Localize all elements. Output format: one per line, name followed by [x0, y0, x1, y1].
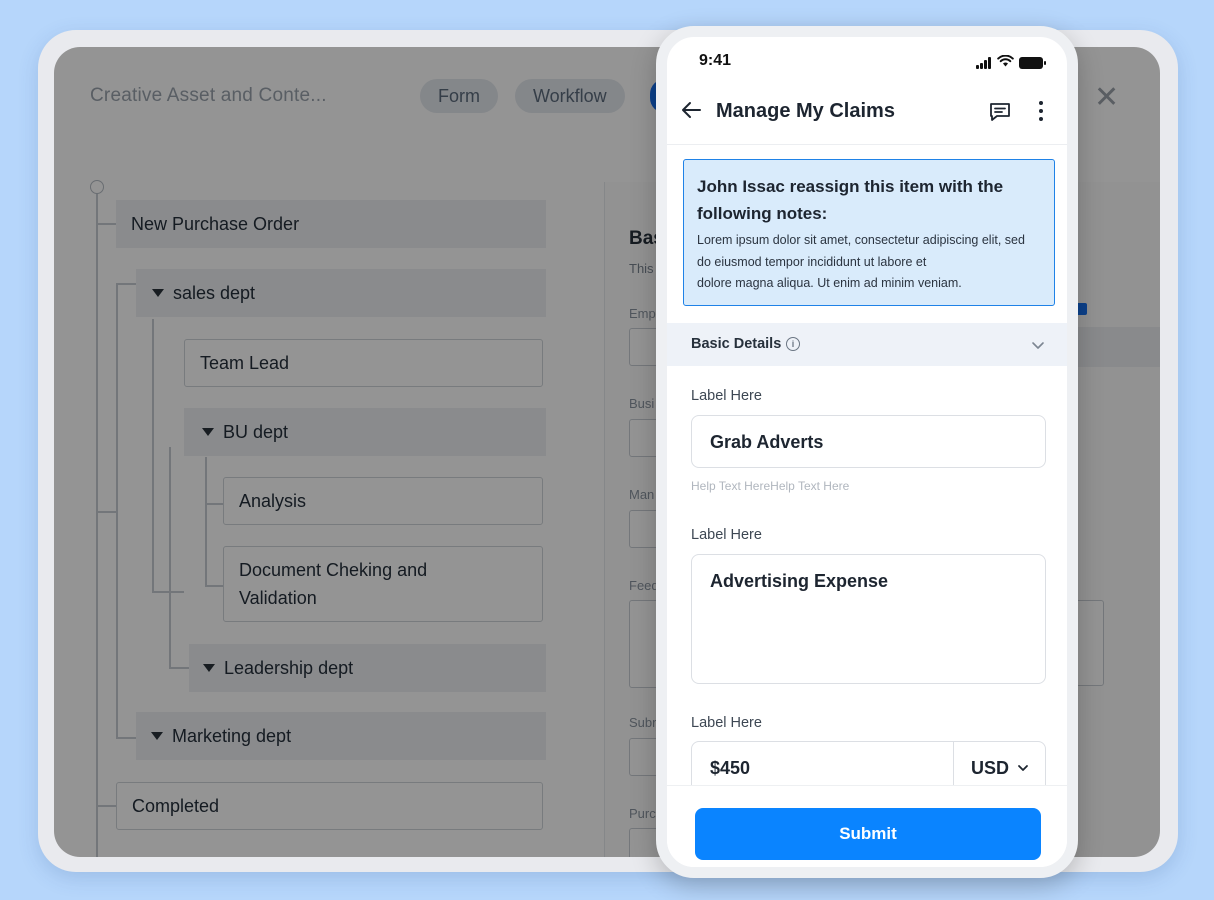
nav-divider — [667, 144, 1067, 145]
battery-icon — [1019, 57, 1046, 69]
chevron-down-icon[interactable] — [1030, 337, 1046, 358]
field-label: Label Here — [691, 388, 762, 404]
back-arrow-icon[interactable] — [680, 99, 702, 126]
caret-down-icon[interactable] — [203, 664, 215, 672]
caret-down-icon[interactable] — [202, 428, 214, 436]
chat-icon[interactable] — [988, 100, 1012, 129]
tree-node[interactable]: New Purchase Order — [116, 200, 546, 248]
tree-node[interactable]: Marketing dept — [136, 712, 546, 760]
tree-connector — [116, 737, 136, 739]
tree-node[interactable]: Analysis — [223, 477, 543, 525]
field-label: Man — [629, 487, 655, 502]
tree-connector — [205, 503, 223, 505]
note-body: Lorem ipsum dolor sit amet, consectetur … — [697, 230, 1041, 295]
page-title: Manage My Claims — [716, 100, 895, 122]
section-title: Basic Details — [691, 336, 782, 352]
help-text: Help Text HereHelp Text Here — [691, 479, 850, 493]
description-textarea[interactable]: Advertising Expense — [691, 554, 1046, 684]
tree-connector — [152, 591, 184, 593]
tree-connector — [169, 447, 171, 667]
tree-node[interactable]: BU dept — [184, 408, 546, 456]
app-title: Creative Asset and Conte... — [90, 85, 327, 106]
info-icon[interactable]: i — [786, 337, 800, 351]
tree-node-label: sales dept — [173, 282, 256, 303]
tree-root-circle-icon — [90, 180, 104, 194]
currency-value: USD — [971, 758, 1010, 778]
tree-node-label: Document Cheking and Validation — [239, 560, 428, 608]
basic-details-section-header[interactable]: Basic Details i — [667, 323, 1067, 366]
form-subtitle: This — [629, 261, 654, 276]
tree-node-label: Completed — [132, 795, 220, 816]
tree-connector — [96, 194, 98, 857]
tree-node-label: Team Lead — [200, 352, 290, 373]
status-icons — [976, 54, 1046, 72]
tree-node[interactable]: Leadership dept — [189, 644, 546, 692]
tree-node[interactable]: sales dept — [136, 269, 546, 317]
close-icon[interactable]: ✕ — [1094, 83, 1119, 113]
field-label: Label Here — [691, 527, 762, 543]
field-label: Label Here — [691, 715, 762, 731]
field-label: Purc — [629, 806, 656, 821]
chevron-down-icon — [1017, 758, 1029, 779]
note-line: dolore magna aliqua. Ut enim ad minim ve… — [697, 276, 962, 290]
tree-node-label: Analysis — [239, 490, 307, 511]
field-label: Subr — [629, 715, 657, 730]
tree-connector — [96, 511, 116, 513]
tree-node[interactable]: Document Cheking and Validation — [223, 546, 543, 622]
submit-button[interactable]: Submit — [695, 808, 1041, 860]
field-label: Emp — [629, 306, 656, 321]
wifi-icon — [997, 54, 1014, 72]
reassign-note: John Issac reassign this item with the f… — [683, 159, 1055, 306]
tree-node[interactable]: Team Lead — [184, 339, 543, 387]
tab-workflow[interactable]: Workflow — [515, 79, 625, 113]
tree-connector — [96, 223, 116, 225]
field-label: Busi — [629, 396, 655, 411]
note-line: Lorem ipsum dolor sit amet, consectetur … — [697, 233, 1025, 247]
more-vertical-icon[interactable] — [1037, 101, 1045, 121]
caret-down-icon[interactable] — [151, 732, 163, 740]
tree-node-label: New Purchase Order — [131, 213, 300, 234]
note-title: John Issac reassign this item with the f… — [697, 177, 1004, 223]
tree-node[interactable]: Completed — [116, 782, 543, 830]
phone-mockup: 9:41 Manage My Claims John Issac reassig… — [656, 26, 1078, 878]
tree-connector — [116, 283, 136, 285]
name-input[interactable]: Grab Adverts — [691, 415, 1046, 468]
caret-down-icon[interactable] — [152, 289, 164, 297]
tree-connector — [96, 805, 116, 807]
note-line: do eiusmod tempor incididunt ut labore e… — [697, 254, 927, 269]
tree-connector — [116, 283, 118, 737]
field-label: Feed — [629, 578, 659, 593]
bottom-action-bar: Submit — [667, 785, 1067, 867]
tree-connector — [169, 667, 189, 669]
currency-select[interactable]: USD — [971, 758, 1029, 779]
tab-form[interactable]: Form — [420, 79, 498, 113]
tree-node-label: Leadership dept — [224, 657, 354, 678]
signal-icon — [976, 57, 992, 69]
tree-node-label: BU dept — [223, 421, 289, 442]
status-time: 9:41 — [699, 52, 732, 69]
tree-connector — [205, 457, 207, 585]
amount-input[interactable]: $450 — [710, 758, 750, 779]
tree-node-label: Marketing dept — [172, 725, 292, 746]
tree-connector — [205, 585, 223, 587]
tree-connector — [152, 319, 154, 591]
